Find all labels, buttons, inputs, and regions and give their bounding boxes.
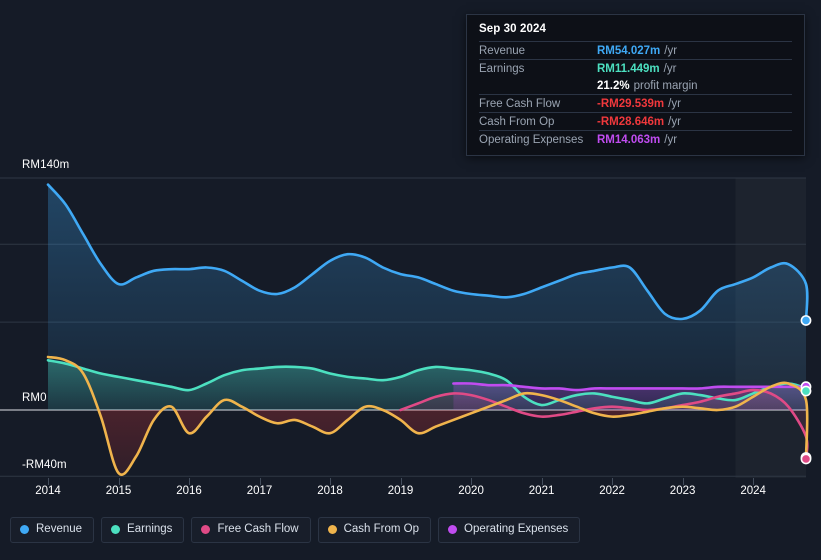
x-axis-tick-2022: 2022: [599, 485, 625, 497]
legend-item-label: Earnings: [127, 523, 173, 535]
financial-chart: RM140m RM0 -RM40m 2014 2015 2016 2017 2018 20…: [0, 0, 821, 560]
tooltip-row: Cash From Op -RM28.646m/yr: [479, 112, 792, 130]
tooltip-row-unit: /yr: [663, 62, 677, 75]
tooltip-row-label: Revenue: [479, 44, 526, 57]
tooltip-row-value: -RM29.539m: [597, 97, 665, 110]
x-axis-tick-2021: 2021: [528, 485, 555, 497]
tooltip-row-unit: /yr: [668, 97, 681, 110]
tooltip-date: Sep 30 2024: [479, 23, 546, 35]
x-axis-tick-mark: [259, 478, 261, 485]
tooltip-rows: Revenue RM54.027m/yr Earnings RM11.449m/yr 2…: [479, 41, 792, 148]
tooltip-row-value: 21.2%: [597, 79, 630, 92]
endpoint-marker-earnings[interactable]: [800, 385, 812, 397]
chart-legend[interactable]: Revenue Earnings Free Cash Flow Cash From O…: [10, 517, 581, 543]
tooltip-row: Free Cash Flow -RM29.539m/yr: [479, 94, 792, 112]
tooltip-row: Operating Expenses RM14.063m/yr: [479, 130, 792, 148]
legend-color-swatch-icon: [327, 525, 337, 535]
tooltip-row-value: RM11.449m: [597, 62, 660, 75]
x-axis-tick-mark: [541, 478, 543, 485]
legend-item-label: Cash From Op: [343, 523, 420, 535]
tooltip-row-value: RM14.063m: [597, 133, 661, 146]
x-axis-tick-mark: [400, 478, 402, 485]
x-axis-tick-2016: 2016: [176, 485, 202, 497]
tooltip-row: Revenue RM54.027m/yr: [479, 41, 792, 59]
x-axis-tick-2024: 2024: [740, 485, 766, 497]
x-axis-tick-mark: [753, 478, 755, 485]
legend-color-swatch-icon: [201, 525, 211, 535]
x-axis-tick-mark: [471, 478, 473, 485]
legend-item-cash-from-op[interactable]: Cash From Op: [317, 517, 432, 543]
legend-item-operating-expenses[interactable]: Operating Expenses: [438, 517, 581, 543]
x-axis-tick-2017: 2017: [246, 485, 273, 497]
x-axis-tick-mark: [189, 478, 191, 485]
x-axis-tick-mark: [682, 478, 684, 485]
x-axis-tick-mark: [118, 478, 120, 485]
x-axis-tick-2015: 2015: [105, 485, 132, 497]
tooltip-row: Earnings RM11.449m/yr: [479, 59, 792, 77]
legend-color-swatch-icon: [111, 525, 121, 535]
x-axis-tick-2020: 2020: [458, 485, 484, 497]
legend-item-free-cash-flow[interactable]: Free Cash Flow: [191, 517, 311, 543]
legend-item-label: Free Cash Flow: [217, 523, 299, 535]
legend-item-earnings[interactable]: Earnings: [101, 517, 185, 543]
legend-item-revenue[interactable]: Revenue: [10, 517, 95, 543]
x-axis-tick-mark: [48, 478, 49, 485]
tooltip-row-label: Operating Expenses: [479, 133, 584, 146]
tooltip-row-value: RM54.027m: [597, 44, 661, 57]
x-axis-tick-2018: 2018: [317, 485, 343, 497]
x-axis-tick-mark: [612, 478, 614, 485]
tooltip-row-unit: /yr: [668, 115, 681, 128]
x-axis-tick-2023: 2023: [669, 485, 696, 497]
tooltip-row-unit: profit margin: [633, 79, 698, 92]
endpoint-marker-free-cash-flow[interactable]: [800, 453, 812, 465]
endpoint-marker-revenue[interactable]: [800, 315, 812, 326]
data-tooltip-panel: Sep 30 2024 Revenue RM54.027m/yr Earnings R…: [466, 14, 805, 156]
x-axis-tick-2014: 2014: [35, 485, 61, 497]
y-axis-label-zero: RM0: [22, 392, 47, 404]
tooltip-row-label: Free Cash Flow: [479, 97, 561, 110]
tooltip-row-unit: /yr: [664, 133, 678, 146]
y-axis-label-bottom: -RM40m: [22, 459, 67, 471]
x-axis-tick-mark: [330, 478, 332, 485]
legend-color-swatch-icon: [20, 525, 29, 535]
tooltip-row: 21.2% profit margin: [479, 77, 792, 94]
x-axis-tick-2019: 2019: [387, 485, 414, 497]
legend-item-label: Operating Expenses: [464, 523, 569, 535]
tooltip-row-unit: /yr: [664, 44, 678, 57]
y-axis-label-top: RM140m: [22, 159, 70, 171]
legend-color-swatch-icon: [448, 525, 458, 535]
tooltip-row-label: Earnings: [479, 62, 525, 75]
tooltip-row-value: -RM28.646m: [597, 115, 665, 128]
tooltip-row-label: Cash From Op: [479, 115, 555, 128]
legend-item-label: Revenue: [36, 523, 83, 535]
